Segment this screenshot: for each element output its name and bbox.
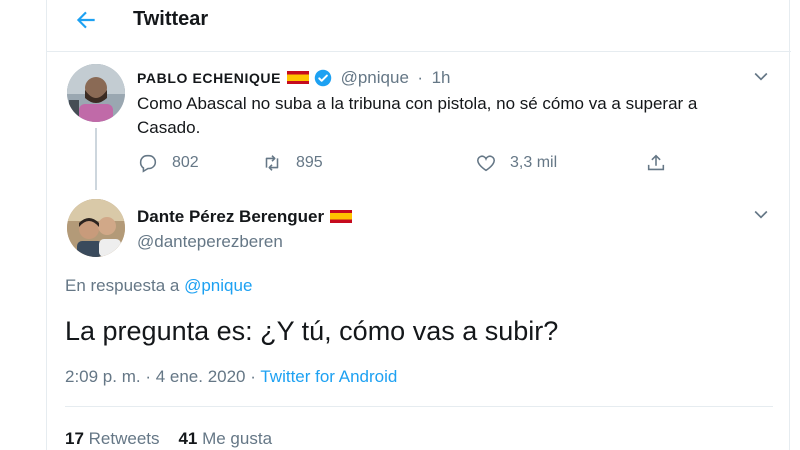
tweet-column: Twittear PABLO ECHENIQUE @pnique · 1h Co…: [46, 0, 791, 450]
like-icon: [477, 155, 495, 172]
retweets-label: Retweets: [88, 429, 160, 448]
avatar[interactable]: [67, 199, 125, 257]
tweet-timestamp[interactable]: 2:09 p. m. · 4 ene. 2020: [65, 367, 246, 386]
retweet-button[interactable]: 895: [261, 152, 323, 174]
tweet-author[interactable]: Dante Pérez Berenguer: [137, 206, 353, 228]
likes-count: 41: [178, 429, 198, 448]
parent-handle[interactable]: @pnique: [341, 68, 409, 87]
divider: [65, 406, 773, 407]
retweet-icon: [265, 155, 279, 171]
reply-mention-link[interactable]: @pnique: [184, 276, 252, 295]
reply-prefix: En respuesta a: [65, 276, 180, 295]
retweet-count: 895: [296, 154, 323, 171]
tweet-stats: 17 Retweets 41 Me gusta: [65, 428, 272, 450]
like-count: 3,3 mil: [510, 154, 558, 171]
spain-flag-icon: [330, 210, 353, 223]
verified-icon: [314, 69, 332, 87]
reply-icon: [139, 154, 157, 173]
share-button[interactable]: [645, 152, 680, 174]
tweet-meta: 2:09 p. m. · 4 ene. 2020 · Twitter for A…: [65, 366, 397, 388]
chevron-down-icon[interactable]: [751, 204, 771, 224]
like-button[interactable]: 3,3 mil: [475, 152, 557, 174]
reply-count: 802: [172, 154, 199, 171]
spain-flag-icon: [287, 71, 310, 84]
tweet-text: La pregunta es: ¿Y tú, cómo vas a subir?: [65, 316, 559, 346]
tweet-author-name[interactable]: Dante Pérez Berenguer: [137, 207, 324, 226]
reply-button[interactable]: 802: [137, 152, 199, 174]
parent-tweet-text: Como Abascal no suba a la tribuna con pi…: [137, 94, 698, 137]
avatar[interactable]: [67, 64, 125, 122]
header: Twittear: [47, 0, 791, 52]
share-icon: [647, 154, 665, 171]
avatar-photo: [67, 199, 125, 257]
chevron-down-icon[interactable]: [751, 66, 771, 86]
parent-author[interactable]: PABLO ECHENIQUE @pnique · 1h: [137, 69, 451, 87]
likes-stat[interactable]: 41 Me gusta: [178, 429, 272, 448]
page-title: Twittear: [133, 8, 209, 30]
avatar-photo: [67, 64, 125, 122]
likes-label: Me gusta: [202, 429, 273, 448]
tweet-handle[interactable]: @danteperezberen: [137, 231, 283, 253]
retweets-count: 17: [65, 429, 84, 448]
parent-author-name[interactable]: PABLO ECHENIQUE: [137, 70, 281, 86]
meta-separator: ·: [250, 367, 256, 386]
parent-time[interactable]: 1h: [432, 68, 451, 87]
back-arrow-icon[interactable]: [73, 7, 99, 33]
tweet-source-link[interactable]: Twitter for Android: [260, 367, 397, 386]
retweets-stat[interactable]: 17 Retweets: [65, 429, 160, 448]
thread-line: [95, 128, 97, 190]
parent-separator: ·: [417, 68, 424, 87]
reply-context: En respuesta a @pnique: [65, 275, 252, 297]
